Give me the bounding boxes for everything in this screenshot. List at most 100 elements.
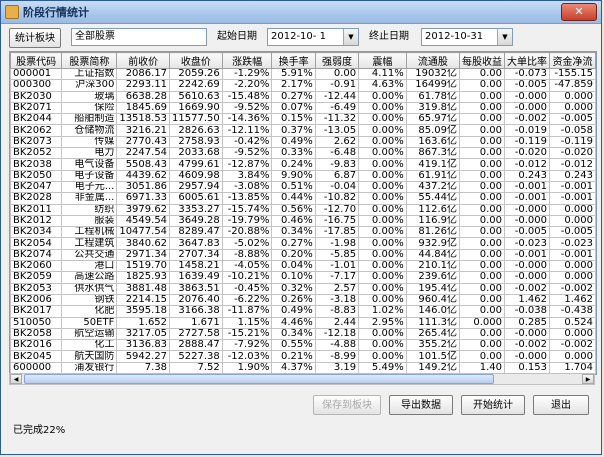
cell-value: -12.87% [221,158,273,171]
export-data-button[interactable]: 导出数据 [389,395,453,415]
cell-value: -9.52% [221,101,273,115]
save-to-block-button[interactable]: 保存到板块 [313,395,381,415]
cell-code: BK2062 [10,124,63,137]
cell-value: 0.00% [358,327,407,341]
column-header[interactable]: 换手率 [271,52,316,69]
table-row[interactable]: BK2017 化肥 3595.18 3166.38 -11.87% 0.49% -8.83 1… [10,305,596,318]
cell-value: 3051.86 [116,180,171,194]
cell-value: 3647.83 [169,237,223,250]
cell-value: 0.00% [358,180,407,194]
table-row[interactable]: 600000 浦发银行 7.38 7.52 1.90% 4.37% 3.19 5.49% 149… [10,361,596,374]
table-row[interactable]: BK2058 航空运输 3217.05 2727.58 -15.21% 0.34% -12.… [10,327,596,341]
end-date-picker[interactable]: 2012-10-31 ▼ [421,28,513,46]
cell-value: 195.4亿 [405,282,461,295]
table-row[interactable]: BK2074 公共交通 2971.34 2707.34 -8.88% 0.20% -5.85… [10,248,596,262]
cell-code: BK2028 [10,192,63,205]
cell-value: -0.012 [549,158,596,171]
column-header[interactable]: 流通股 [405,52,461,69]
stat-block-button[interactable]: 统计板块 [9,28,61,48]
cell-value: 2826.63 [169,124,223,137]
cell-value: 4.37% [271,361,316,374]
table-row[interactable]: BK2073 传媒 2770.43 2758.93 -0.42% 0.49% 2.62 0.0… [10,135,596,149]
cell-code: BK2030 [10,90,63,103]
table-row[interactable]: BK2006 钢铁 2214.15 2076.40 -6.22% 0.26% -3.18 0.… [10,293,596,307]
table-row[interactable]: BK2016 化工 3136.83 2888.47 -7.92% 0.55% -4.88 0.… [10,339,596,352]
column-header[interactable]: 前收价 [116,52,171,69]
close-icon[interactable]: ✕ [561,3,597,21]
cell-value: 1.704 [549,361,596,374]
table-row[interactable]: BK2059 高速公路 1825.93 1639.49 -10.21% 0.10% -7.1… [10,271,596,284]
cell-value: -0.001 [504,192,551,205]
cell-code: BK2044 [10,113,63,126]
start-date-picker[interactable]: 2012-10- 1 ▼ [267,28,359,46]
cell-value: -0.005 [504,79,551,92]
cell-value: 0.00 [459,124,506,137]
table-row[interactable]: BK2050 电子设备 4439.62 4609.98 3.84% 9.90% 6.87 0.… [10,169,596,182]
cell-value: 0.49% [271,135,316,149]
column-header[interactable]: 涨跌幅 [221,52,273,69]
table-row[interactable]: BK2045 航天国防 5942.27 5227.38 -12.03% 0.21% -8.9… [10,350,596,363]
scroll-left-icon[interactable]: ◀ [10,374,22,384]
cell-name: 纺织 [61,203,118,216]
table-row[interactable]: BK2047 电子元... 3051.86 2957.94 -3.08% 0.51% -0.… [10,180,596,194]
chevron-down-icon[interactable]: ▼ [497,29,512,45]
cell-value: 0.000 [549,350,596,363]
column-header[interactable]: 强弱度 [314,52,360,69]
cell-name: 航天国防 [61,350,118,363]
table-row[interactable]: BK2028 非金属... 6971.33 6005.61 -13.85% 0.44% -1… [10,192,596,205]
cell-value: 0.00 [459,67,506,81]
table-row[interactable]: 000300 沪深300 2293.11 2242.69 -2.20% 2.17% -0.9… [10,79,596,92]
column-header[interactable]: 资金净流 [549,52,596,69]
table-row[interactable]: BK2071 保险 1845.69 1669.90 -9.52% 0.07% -6.49 0.… [10,101,596,115]
column-header[interactable]: 收盘价 [169,52,223,69]
cell-code: BK2006 [10,293,63,307]
cell-value: 2971.34 [116,248,171,262]
table-row[interactable]: BK2034 工程机械 10477.54 8289.47 -20.88% 0.34% -17… [10,226,596,239]
cell-value: 0.00 [459,350,506,363]
table-row[interactable]: 510050 50ETF 1.652 1.671 1.15% 4.46% 2.44 2.95%… [10,316,596,329]
toolbar: 统计板块 全部股票 起始日期 2012-10- 1 ▼ 终止日期 2012-10… [9,27,593,49]
cell-value: 960.4亿 [405,293,461,307]
cell-value: 0.00 [459,192,506,205]
cell-value: 0.00 [459,203,506,216]
column-header[interactable]: 股票简称 [61,52,118,69]
column-header[interactable]: 股票代码 [10,52,63,69]
table-row[interactable]: BK2012 服装 4549.54 3649.28 -19.79% 0.46% -16.75… [10,214,596,228]
block-field[interactable]: 全部股票 [71,28,207,46]
horizontal-scrollbar[interactable]: ◀ ▶ [9,373,595,385]
cell-value: 4549.54 [116,214,171,228]
table-row[interactable]: BK2038 电气设备 5508.43 4799.61 -12.87% 0.24% -9.8… [10,158,596,171]
cell-value: 8289.47 [169,226,223,239]
table-row[interactable]: BK2044 船舶制造 13518.53 11577.50 -14.36% 0.15% -1… [10,113,596,126]
cell-value: -3.18 [314,293,360,307]
start-stats-button[interactable]: 开始统计 [461,395,525,415]
cell-value: 3595.18 [116,305,171,318]
table-row[interactable]: BK2052 电力 2247.54 2033.68 -9.52% 0.33% -6.48 0.… [10,147,596,160]
cell-value: 1.652 [116,316,171,329]
cell-value: -2.20% [221,79,273,92]
cell-value: 6005.61 [169,192,223,205]
exit-button[interactable]: 退出 [533,395,589,415]
scroll-right-icon[interactable]: ▶ [582,374,594,384]
table-row[interactable]: BK2060 港口 1519.70 1458.21 -4.05% 0.04% -1.01 0.… [10,260,596,273]
cell-code: 510050 [10,316,63,329]
table-row[interactable]: BK2054 工程建筑 3840.62 3647.83 -5.02% 0.27% -1.98… [10,237,596,250]
table-row[interactable]: BK2062 仓储物流 3216.21 2826.63 -12.11% 0.37% -13.… [10,124,596,137]
cell-value: 5.91% [271,67,316,81]
cell-value: -5.85 [314,248,360,262]
table-row[interactable]: 000001 上证指数 2086.17 2059.26 -1.29% 5.91% 0.00 4… [10,67,596,81]
table-row[interactable]: BK2053 供水供气 3881.48 3863.51 -0.45% 0.32% 2.57 0… [10,282,596,295]
table-row[interactable]: BK2011 纺织 3979.62 3353.27 -15.74% 0.56% -12.70… [10,203,596,216]
column-header[interactable]: 大单比率 [504,52,551,69]
column-header[interactable]: 每股收益 [459,52,506,69]
cell-value: 4799.61 [169,158,223,171]
cell-value: 112.6亿 [405,203,461,216]
scroll-thumb[interactable] [24,374,494,384]
column-header[interactable]: 震幅 [358,52,407,69]
cell-value: 0.00% [358,203,407,216]
cell-value: 4609.98 [169,169,223,182]
cell-value: 19032亿 [405,67,461,81]
cell-value: 3840.62 [116,237,171,250]
chevron-down-icon[interactable]: ▼ [343,29,358,45]
table-row[interactable]: BK2030 玻璃 6638.28 5610.63 -15.48% 0.27% -12.44… [10,90,596,103]
